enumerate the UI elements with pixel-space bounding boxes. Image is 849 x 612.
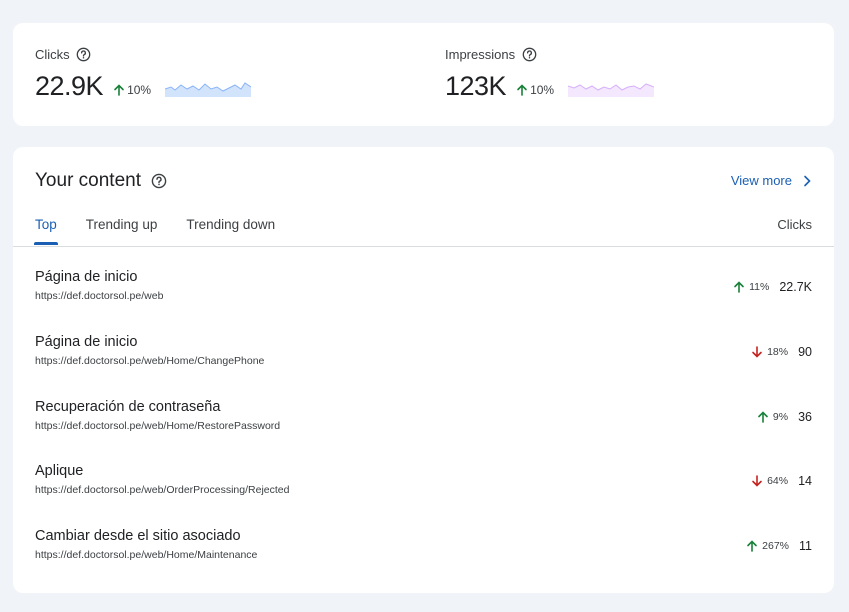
clicks-value: 22.9K — [35, 71, 104, 101]
impressions-label: Impressions — [445, 46, 516, 62]
content-tabs: Top Trending up Trending down — [34, 217, 304, 245]
trend-value: 18% — [767, 346, 789, 358]
row-metrics: 9% 36 — [757, 410, 812, 424]
list-item[interactable]: Página de inicio https://def.doctorsol.p… — [13, 312, 834, 376]
page-title: Recuperación de contraseña — [35, 399, 221, 415]
page-title: Página de inicio — [35, 334, 138, 350]
tab-top[interactable]: Top — [34, 217, 58, 245]
metrics-card: Clicks 22.9K 10% Impressions 123K 10% — [13, 23, 834, 126]
list-item[interactable]: Aplique https://def.doctorsol.pe/web/Ord… — [13, 441, 834, 505]
clicks-value: 14 — [798, 474, 812, 488]
arrow-down-icon — [752, 346, 762, 358]
card-title: Your content — [35, 170, 141, 191]
page-url: https://def.doctorsol.pe/web/Home/Change… — [35, 355, 265, 367]
arrow-down-icon — [752, 475, 762, 487]
row-metrics: 64% 14 — [751, 474, 812, 488]
your-content-card: Your content View more Top Trending up T… — [13, 147, 834, 593]
clicks-value: 90 — [798, 345, 812, 359]
clicks-label: Clicks — [35, 46, 70, 62]
list-item[interactable]: Página de inicio https://def.doctorsol.p… — [13, 247, 834, 311]
chevron-right-icon — [804, 175, 811, 186]
help-icon[interactable] — [521, 46, 537, 62]
row-metrics: 267% 11 — [746, 539, 812, 553]
tab-trending-down[interactable]: Trending down — [186, 217, 275, 245]
page-url: https://def.doctorsol.pe/web — [35, 290, 164, 302]
trend-value: 64% — [767, 475, 789, 487]
clicks-value: 36 — [798, 410, 812, 424]
impressions-value: 123K — [445, 71, 507, 101]
arrow-up-icon — [114, 83, 124, 96]
page-title: Página de inicio — [35, 269, 138, 285]
page-url: https://def.doctorsol.pe/web/Home/Restor… — [35, 420, 281, 432]
clicks-sparkline — [165, 81, 252, 97]
page-title: Aplique — [35, 463, 84, 479]
trend-value: 267% — [762, 540, 790, 552]
arrow-up-icon — [517, 83, 527, 96]
page-title: Cambiar desde el sitio asociado — [35, 528, 241, 544]
clicks-trend: 10% — [113, 83, 151, 97]
row-metrics: 18% 90 — [751, 345, 812, 359]
clicks-column-header: Clicks — [777, 217, 812, 232]
arrow-up-icon — [734, 281, 744, 293]
impressions-sparkline — [568, 82, 655, 97]
trend-value: 9% — [772, 411, 789, 423]
page-url: https://def.doctorsol.pe/web/Home/Mainte… — [35, 549, 258, 561]
tab-trending-up[interactable]: Trending up — [86, 217, 158, 245]
clicks-value: 22.7K — [779, 280, 812, 294]
arrow-up-icon — [758, 411, 768, 423]
list-item[interactable]: Recuperación de contraseña https://def.d… — [13, 377, 834, 441]
list-item[interactable]: Cambiar desde el sitio asociado https://… — [13, 506, 834, 570]
clicks-trend-value: 10% — [127, 82, 152, 97]
help-icon[interactable] — [76, 46, 92, 62]
card-header: Your content — [35, 170, 167, 192]
impressions-trend-value: 10% — [530, 82, 555, 97]
impressions-trend: 10% — [516, 83, 554, 97]
view-more-label: View more — [730, 173, 792, 188]
trend-value: 11% — [749, 281, 770, 293]
clicks-value: 11 — [799, 539, 812, 553]
row-metrics: 11% 22.7K — [733, 280, 812, 294]
page-url: https://def.doctorsol.pe/web/OrderProces… — [35, 484, 290, 496]
view-more-link[interactable]: View more — [731, 173, 812, 188]
help-icon[interactable] — [151, 173, 167, 189]
arrow-up-icon — [747, 540, 757, 552]
